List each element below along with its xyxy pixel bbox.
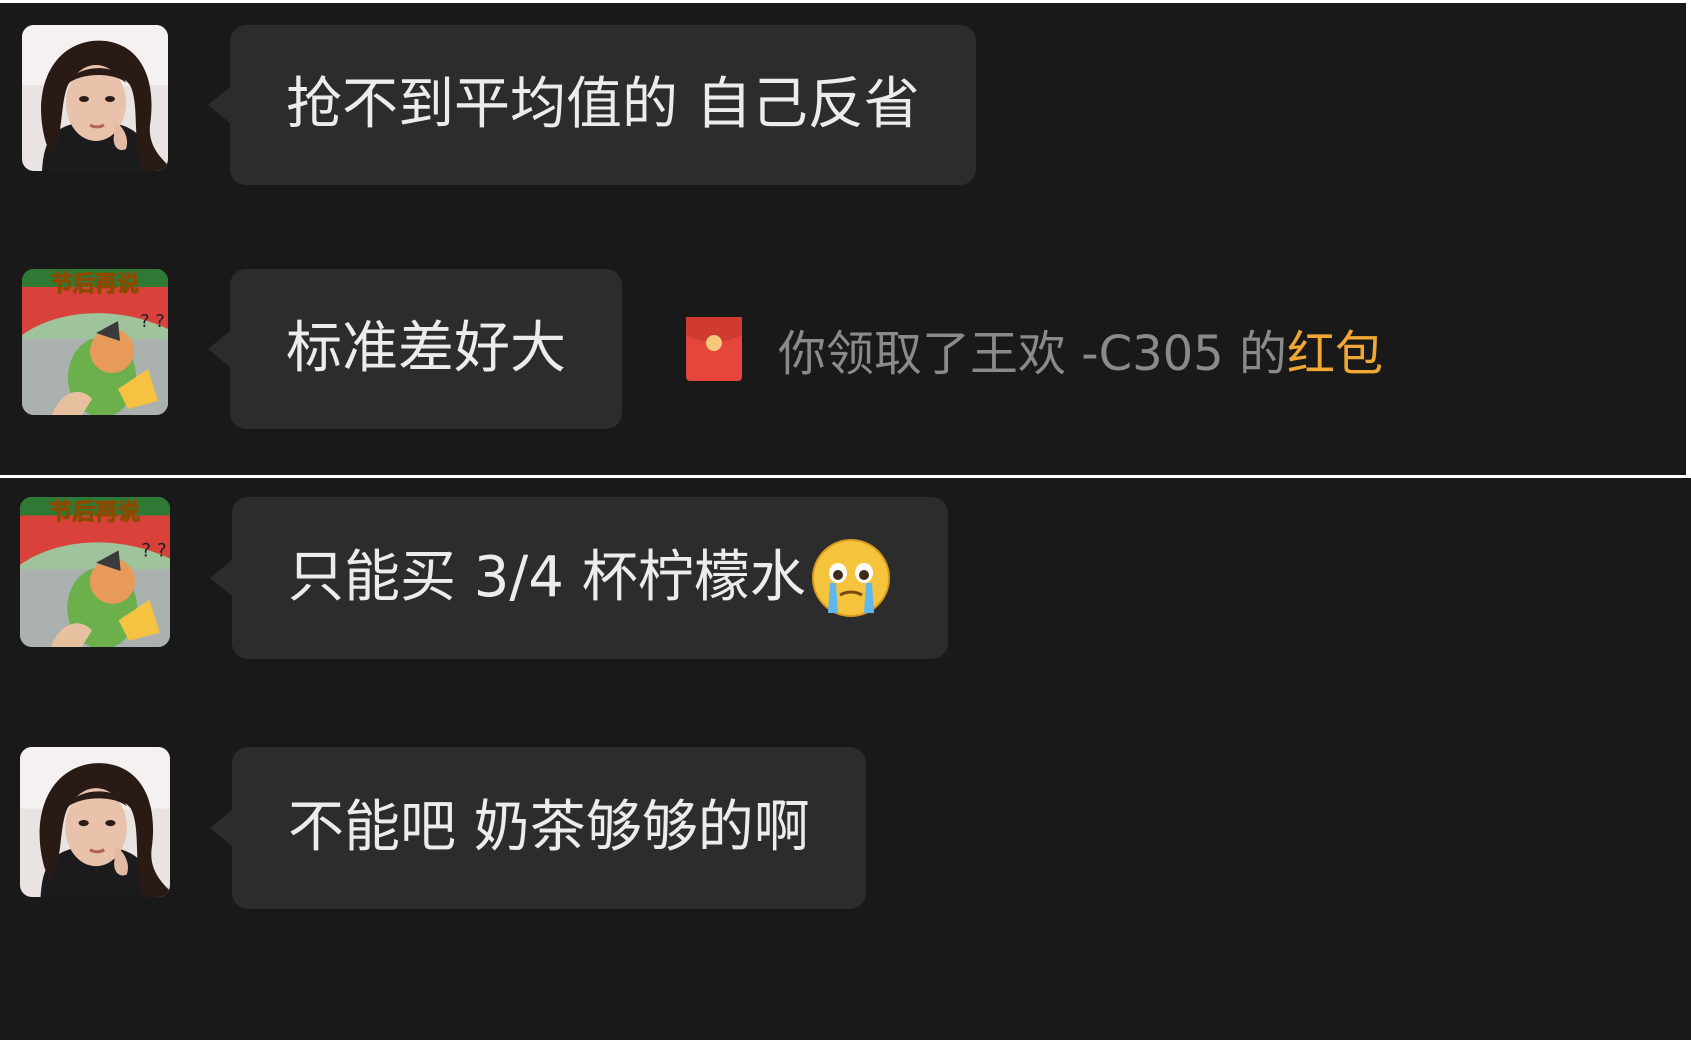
parrot-avatar-icon: ? ? 节后再说: [20, 497, 170, 647]
system-notice-text: 你领取了王欢 -C305 的: [778, 326, 1287, 382]
message-bubble[interactable]: 不能吧 奶茶够够的啊: [210, 747, 866, 909]
crying-face-icon: [810, 537, 892, 619]
system-notice: 你领取了王欢 -C305 的 红包: [686, 314, 1383, 384]
red-packet-link[interactable]: 红包: [1287, 314, 1383, 384]
message-text: 只能买 3/4 杯柠檬水: [288, 545, 806, 610]
svg-text:? ?: ? ?: [140, 311, 165, 332]
woman-avatar-icon: [22, 25, 168, 171]
woman-avatar-icon: [20, 747, 170, 897]
avatar[interactable]: ? ? 节后再说: [22, 269, 168, 415]
message-bubble[interactable]: 只能买 3/4 杯柠檬水: [210, 497, 948, 659]
message-text: 不能吧 奶茶够够的啊: [288, 795, 810, 860]
message-bubble[interactable]: 标准差好大: [208, 269, 622, 429]
red-envelope-icon: [686, 317, 742, 381]
chat-panel-top: 抢不到平均值的 自己反省 ? ? 节后再说 标准差好大 你领取了王欢 -C305…: [0, 3, 1686, 475]
message-text: 标准差好大: [286, 316, 566, 381]
parrot-avatar-icon: ? ? 节后再说: [22, 269, 168, 415]
chat-panel-bottom: ? ? 节后再说 只能买 3/4 杯柠檬水 不能吧 奶茶够够的啊: [0, 478, 1691, 1040]
message-text: 抢不到平均值的 自己反省: [286, 72, 920, 137]
avatar[interactable]: [22, 25, 168, 171]
avatar[interactable]: ? ? 节后再说: [20, 497, 170, 647]
message-bubble[interactable]: 抢不到平均值的 自己反省: [208, 25, 976, 185]
avatar-caption: 节后再说: [51, 271, 139, 297]
svg-text:? ?: ? ?: [141, 541, 167, 562]
avatar-caption: 节后再说: [50, 499, 141, 526]
avatar[interactable]: [20, 747, 170, 897]
